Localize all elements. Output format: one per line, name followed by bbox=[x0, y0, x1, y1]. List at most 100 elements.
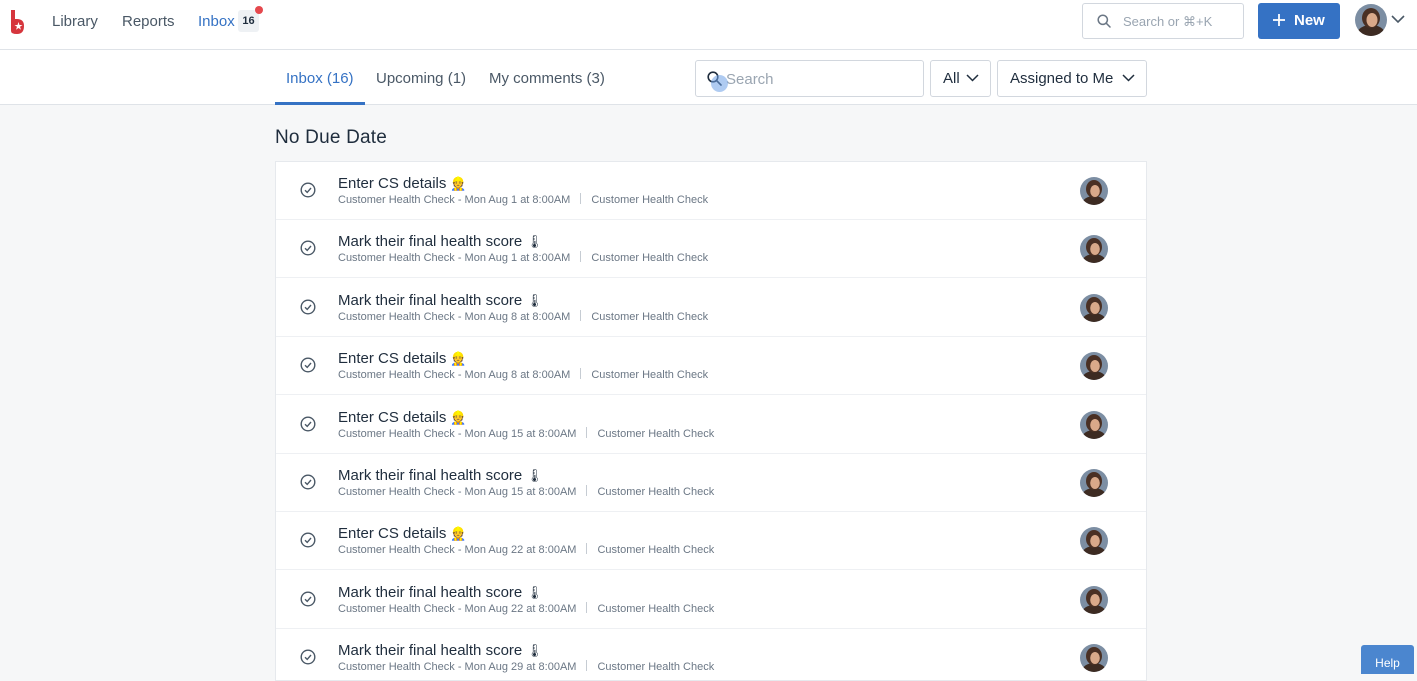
task-workflow-name[interactable]: Customer Health Check bbox=[597, 603, 714, 615]
type-filter-select[interactable]: All bbox=[930, 60, 991, 97]
complete-task-icon[interactable] bbox=[300, 182, 316, 198]
task-run-info: Customer Health Check - Mon Aug 22 at 8:… bbox=[338, 602, 577, 615]
meta-divider bbox=[586, 426, 588, 438]
chevron-down-icon bbox=[1122, 74, 1135, 82]
task-workflow-name[interactable]: Customer Health Check bbox=[597, 544, 714, 556]
task-title-text: Mark their final health score bbox=[338, 291, 523, 309]
new-button[interactable]: New bbox=[1258, 3, 1340, 39]
type-filter-value: All bbox=[943, 70, 960, 87]
task-run-info: Customer Health Check - Mon Aug 15 at 8:… bbox=[338, 486, 577, 498]
task-title[interactable]: Mark their final health score 🌡 bbox=[338, 584, 543, 601]
assignee-avatar bbox=[1080, 177, 1108, 205]
task-run-info: Customer Health Check - Mon Aug 29 at 8:… bbox=[338, 661, 577, 674]
task-emoji: 🌡 bbox=[526, 234, 543, 250]
nav-reports-link[interactable]: Reports bbox=[122, 13, 175, 31]
meta-divider bbox=[580, 193, 582, 204]
search-icon bbox=[1097, 14, 1111, 28]
meta-divider bbox=[586, 485, 588, 496]
task-row[interactable]: Enter CS details 👷 Customer Health Check -… bbox=[276, 162, 1146, 220]
assignee-avatar bbox=[1080, 585, 1108, 614]
assignee-avatar bbox=[1080, 352, 1108, 381]
task-title[interactable]: Enter CS details 👷 bbox=[338, 525, 467, 542]
global-search-placeholder: Search or ⌘+K bbox=[1123, 14, 1213, 29]
assignee-filter-select[interactable]: Assigned to Me bbox=[997, 60, 1147, 97]
task-workflow-name[interactable]: Customer Health Check bbox=[597, 428, 714, 440]
meta-divider bbox=[586, 660, 588, 672]
task-search-input[interactable]: Search bbox=[695, 60, 924, 97]
task-workflow-name[interactable]: Customer Health Check bbox=[597, 661, 714, 673]
assignee-avatar bbox=[1080, 469, 1108, 497]
complete-task-icon[interactable] bbox=[300, 532, 316, 548]
app-logo-icon[interactable] bbox=[8, 9, 26, 35]
chevron-down-icon bbox=[966, 74, 979, 82]
task-row[interactable]: Mark their final health score 🌡 Customer H… bbox=[276, 454, 1146, 512]
help-button[interactable]: Help bbox=[1361, 645, 1414, 674]
task-meta: Customer Health Check - Mon Aug 8 at 8:0… bbox=[338, 309, 708, 323]
complete-task-icon[interactable] bbox=[300, 357, 316, 373]
complete-task-icon[interactable] bbox=[300, 591, 316, 607]
assignee-avatar bbox=[1080, 293, 1108, 322]
task-row[interactable]: Mark their final health score 🌡 Customer H… bbox=[276, 571, 1146, 629]
task-run-info: Customer Health Check - Mon Aug 15 at 8:… bbox=[338, 427, 577, 440]
task-run-info: Customer Health Check - Mon Aug 8 at 8:0… bbox=[338, 310, 571, 323]
task-run-info: Customer Health Check - Mon Aug 8 at 8:0… bbox=[338, 369, 571, 382]
task-meta: Customer Health Check - Mon Aug 1 at 8:0… bbox=[338, 193, 708, 206]
global-search-input[interactable]: Search or ⌘+K bbox=[1082, 3, 1244, 39]
task-title-text: Enter CS details bbox=[338, 350, 447, 368]
task-list: Enter CS details 👷 Customer Health Check -… bbox=[275, 161, 1147, 681]
task-meta: Customer Health Check - Mon Aug 1 at 8:0… bbox=[338, 251, 708, 264]
task-workflow-name[interactable]: Customer Health Check bbox=[591, 369, 708, 381]
tab-upcoming[interactable]: Upcoming (1) bbox=[376, 70, 466, 88]
task-emoji: 👷 bbox=[450, 409, 467, 425]
task-row[interactable]: Enter CS details 👷 Customer Health Check -… bbox=[276, 337, 1146, 396]
user-avatar[interactable] bbox=[1355, 4, 1387, 36]
task-emoji: 👷 bbox=[450, 526, 467, 542]
task-title[interactable]: Mark their final health score 🌡 bbox=[338, 233, 543, 250]
tab-inbox[interactable]: Inbox (16) bbox=[286, 70, 354, 88]
task-row[interactable]: Mark their final health score 🌡 Customer H… bbox=[276, 279, 1146, 337]
task-row[interactable]: Enter CS details 👷 Customer Health Check -… bbox=[276, 512, 1146, 571]
task-workflow-name[interactable]: Customer Health Check bbox=[591, 194, 708, 206]
task-workflow-name[interactable]: Customer Health Check bbox=[597, 486, 714, 498]
task-run-info: Customer Health Check - Mon Aug 1 at 8:0… bbox=[338, 194, 571, 206]
task-title-text: Mark their final health score bbox=[338, 583, 523, 601]
task-row[interactable]: Mark their final health score 🌡 Customer H… bbox=[276, 629, 1146, 680]
task-row[interactable]: Mark their final health score 🌡 Customer H… bbox=[276, 220, 1146, 279]
task-row[interactable]: Enter CS details 👷 Customer Health Check -… bbox=[276, 396, 1146, 454]
notification-dot bbox=[255, 6, 263, 14]
assignee-avatar bbox=[1080, 527, 1108, 556]
task-meta: Customer Health Check - Mon Aug 22 at 8:… bbox=[338, 601, 714, 615]
task-title[interactable]: Mark their final health score 🌡 bbox=[338, 642, 543, 659]
new-button-label: New bbox=[1294, 12, 1325, 29]
task-meta: Customer Health Check - Mon Aug 15 at 8:… bbox=[338, 485, 714, 498]
task-title-text: Mark their final health score bbox=[338, 642, 523, 660]
task-title-text: Enter CS details bbox=[338, 525, 447, 543]
meta-divider bbox=[586, 543, 588, 555]
task-title[interactable]: Mark their final health score 🌡 bbox=[338, 467, 543, 484]
assignee-filter-value: Assigned to Me bbox=[1010, 70, 1114, 87]
nav-inbox-link[interactable]: Inbox bbox=[198, 13, 235, 31]
complete-task-icon[interactable] bbox=[300, 299, 316, 315]
task-emoji: 🌡 bbox=[526, 643, 543, 659]
complete-task-icon[interactable] bbox=[300, 474, 316, 490]
task-title-text: Mark their final health score bbox=[338, 467, 523, 484]
task-title[interactable]: Enter CS details 👷 bbox=[338, 350, 467, 367]
section-title: No Due Date bbox=[275, 127, 388, 148]
task-title-text: Enter CS details bbox=[338, 408, 447, 426]
nav-library-link[interactable]: Library bbox=[52, 13, 98, 31]
meta-divider bbox=[580, 251, 582, 263]
task-title[interactable]: Enter CS details 👷 bbox=[338, 409, 467, 426]
complete-task-icon[interactable] bbox=[300, 416, 316, 432]
complete-task-icon[interactable] bbox=[300, 649, 316, 665]
complete-task-icon[interactable] bbox=[300, 240, 316, 256]
task-meta: Customer Health Check - Mon Aug 22 at 8:… bbox=[338, 543, 714, 556]
task-workflow-name[interactable]: Customer Health Check bbox=[591, 311, 708, 323]
meta-divider bbox=[580, 368, 582, 380]
plus-icon bbox=[1273, 14, 1285, 26]
chevron-down-icon[interactable] bbox=[1391, 15, 1405, 24]
tab-my-comments[interactable]: My comments (3) bbox=[489, 70, 605, 88]
task-title[interactable]: Mark their final health score 🌡 bbox=[338, 292, 543, 309]
task-workflow-name[interactable]: Customer Health Check bbox=[591, 252, 708, 264]
task-title[interactable]: Enter CS details 👷 bbox=[338, 175, 467, 192]
task-emoji: 👷 bbox=[450, 351, 467, 367]
